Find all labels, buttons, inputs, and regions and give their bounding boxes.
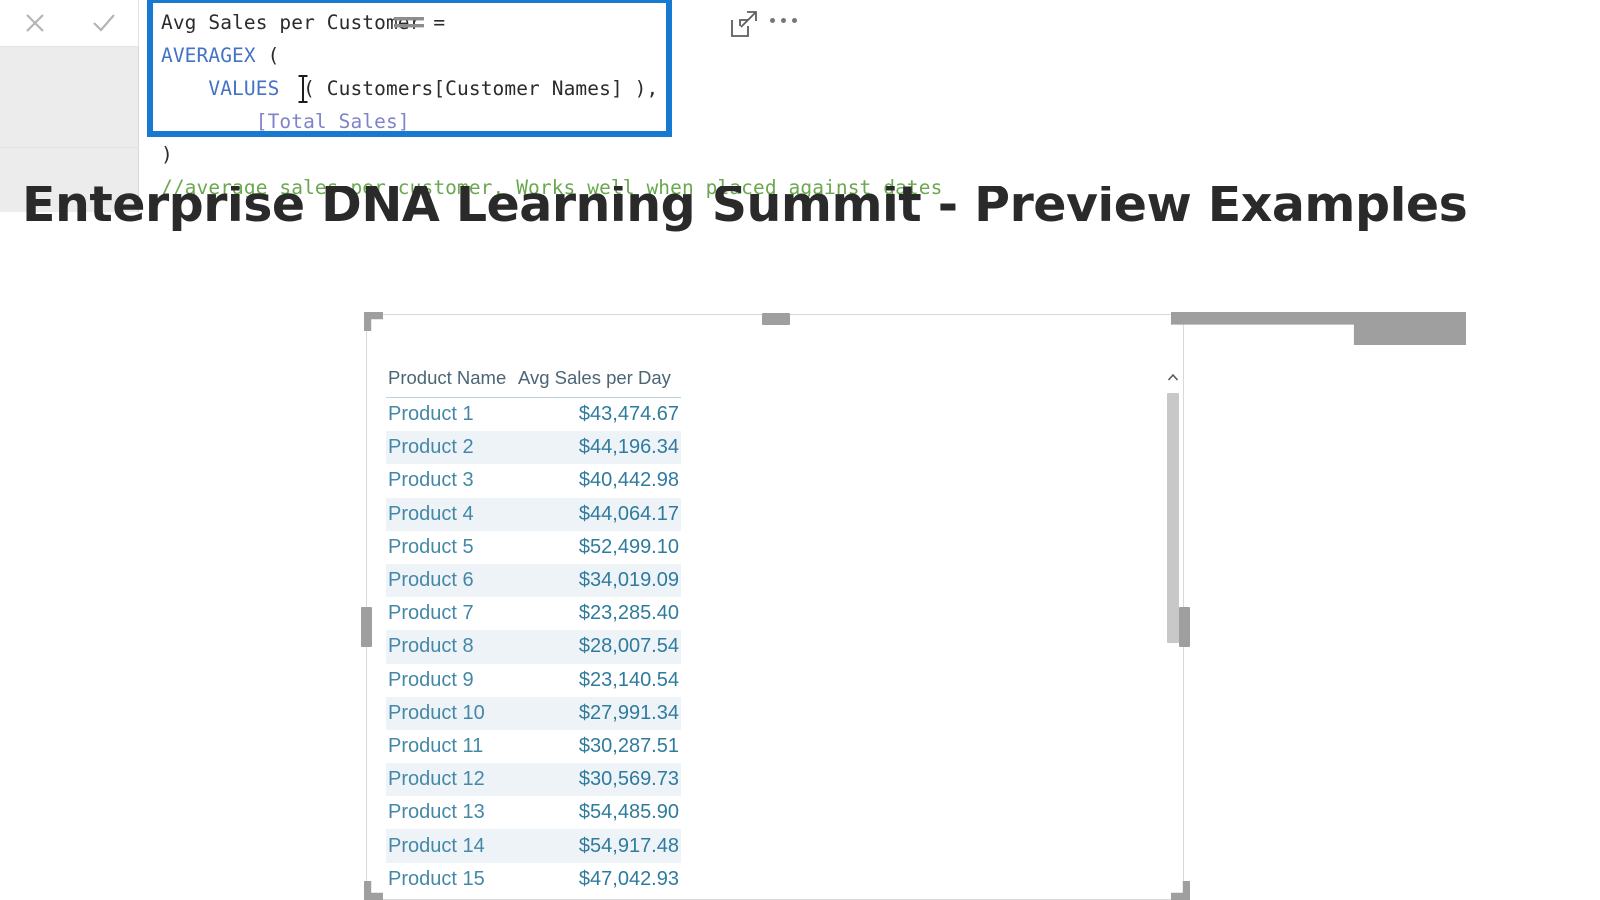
cell-product-name: Product 9 bbox=[388, 668, 474, 691]
code-line-4-indent bbox=[161, 110, 256, 133]
more-dot bbox=[770, 18, 775, 23]
table-header-row: Product Name Avg Sales per Day bbox=[386, 359, 681, 398]
focus-mode-icon[interactable] bbox=[729, 9, 759, 39]
cell-avg-sales-per-day: $34,019.09 bbox=[578, 569, 679, 592]
cell-product-name: Product 5 bbox=[388, 535, 474, 558]
table-row[interactable]: Product 3 $40,442.98 bbox=[386, 464, 681, 497]
code-line-2-rest: ( bbox=[255, 44, 280, 67]
report-title-banner: Enterprise DNA Learning Summit - Preview… bbox=[0, 186, 1600, 238]
panel-divider bbox=[0, 147, 139, 148]
cell-avg-sales-per-day: $54,485.90 bbox=[578, 801, 679, 824]
cell-avg-sales-per-day: $30,569.73 bbox=[578, 768, 679, 791]
table-row[interactable]: Product 5 $52,499.10 bbox=[386, 531, 681, 564]
cell-product-name: Product 11 bbox=[388, 734, 484, 757]
formula-action-bar bbox=[0, 0, 139, 47]
cell-avg-sales-per-day: $28,007.54 bbox=[578, 635, 679, 658]
scroll-up-button[interactable] bbox=[1165, 367, 1181, 387]
cell-product-name: Product 7 bbox=[388, 602, 474, 625]
code-line-3-rest: ( Customers[Customer Names] ), bbox=[279, 77, 659, 100]
cell-product-name: Product 2 bbox=[388, 436, 474, 459]
checkmark-icon bbox=[92, 14, 115, 32]
drag-handle-icon[interactable] bbox=[392, 14, 426, 32]
cell-avg-sales-per-day: $47,042.93 bbox=[578, 867, 679, 890]
column-header-product-name[interactable]: Product Name bbox=[386, 367, 518, 389]
cell-avg-sales-per-day: $23,140.54 bbox=[578, 668, 679, 691]
code-function-values: VALUES bbox=[208, 77, 280, 100]
table-row[interactable]: Product 11 $30,287.51 bbox=[386, 730, 681, 763]
cell-product-name: Product 6 bbox=[388, 569, 474, 592]
cell-avg-sales-per-day: $27,991.34 bbox=[578, 701, 679, 724]
table-row[interactable]: Product 4 $44,064.17 bbox=[386, 497, 681, 531]
cell-avg-sales-per-day: $43,474.67 bbox=[578, 403, 679, 426]
cell-product-name: Product 14 bbox=[388, 834, 485, 857]
cell-product-name: Product 8 bbox=[388, 635, 474, 658]
cell-avg-sales-per-day: $52,499.10 bbox=[578, 535, 679, 558]
table-row[interactable]: Product 8 $28,007.54 bbox=[386, 630, 681, 664]
code-line-3-indent bbox=[161, 77, 208, 100]
cell-product-name: Product 12 bbox=[388, 768, 485, 791]
table-row[interactable]: Product 7 $23,285.40 bbox=[386, 597, 681, 630]
cell-product-name: Product 13 bbox=[388, 801, 485, 824]
cell-product-name: Product 3 bbox=[388, 469, 474, 492]
resize-handle-left[interactable] bbox=[361, 607, 372, 647]
page-title: Enterprise DNA Learning Summit - Preview… bbox=[22, 186, 1468, 233]
table-row[interactable]: Product 6 $34,019.09 bbox=[386, 563, 681, 598]
text-cursor-ibeam bbox=[298, 75, 308, 103]
resize-handle-right[interactable] bbox=[1179, 607, 1190, 647]
table-body: Product 1 $43,474.67 Product 2 $44,196.34 Pr… bbox=[386, 398, 1166, 896]
cell-avg-sales-per-day: $44,196.34 bbox=[578, 436, 679, 459]
more-dot bbox=[781, 18, 786, 23]
more-options-icon[interactable] bbox=[770, 18, 797, 23]
cancel-button[interactable] bbox=[0, 0, 69, 46]
table-row[interactable]: Product 13 $54,485.90 bbox=[386, 796, 681, 829]
table-grid: Product Name Avg Sales per Day Product 1… bbox=[386, 359, 1166, 896]
code-function-averagex: AVERAGEX bbox=[161, 44, 256, 67]
table-row[interactable]: Product 2 $44,196.34 bbox=[386, 431, 681, 465]
table-row[interactable]: Product 15 $47,042.93 bbox=[386, 863, 681, 896]
table-row[interactable]: Product 12 $30,569.73 bbox=[386, 763, 681, 797]
dax-formula-editor: Avg Sales per Customer = AVERAGEX ( VALU… bbox=[0, 0, 1600, 212]
table-visual[interactable]: Product Name Avg Sales per Day Product 1… bbox=[366, 314, 1184, 900]
resize-handle-top-right[interactable] bbox=[1171, 312, 1466, 346]
code-measure-total-sales: [Total Sales] bbox=[255, 110, 410, 133]
table-row[interactable]: Product 1 $43,474.67 bbox=[386, 398, 681, 431]
table-row[interactable]: Product 10 $27,991.34 bbox=[386, 696, 681, 730]
close-icon bbox=[25, 14, 44, 32]
cell-product-name: Product 1 bbox=[388, 403, 474, 426]
table-row[interactable]: Product 14 $54,917.48 bbox=[386, 829, 681, 863]
code-line-5: ) bbox=[161, 143, 173, 166]
cell-avg-sales-per-day: $30,287.51 bbox=[578, 734, 679, 757]
cell-avg-sales-per-day: $44,064.17 bbox=[578, 502, 679, 525]
cell-avg-sales-per-day: $23,285.40 bbox=[578, 602, 679, 625]
chevron-up-icon bbox=[1167, 373, 1179, 381]
cell-product-name: Product 15 bbox=[388, 867, 485, 890]
cell-product-name: Product 4 bbox=[388, 502, 474, 525]
more-dot bbox=[792, 18, 797, 23]
cell-avg-sales-per-day: $40,442.98 bbox=[578, 469, 679, 492]
scrollbar-thumb[interactable] bbox=[1167, 393, 1179, 643]
commit-button[interactable] bbox=[69, 0, 138, 46]
table-row[interactable]: Product 9 $23,140.54 bbox=[386, 664, 681, 697]
cell-avg-sales-per-day: $54,917.48 bbox=[578, 834, 679, 857]
column-header-avg-sales-per-day[interactable]: Avg Sales per Day bbox=[518, 367, 681, 389]
resize-handle-top[interactable] bbox=[762, 313, 790, 325]
dax-code-area[interactable]: Avg Sales per Customer = AVERAGEX ( VALU… bbox=[140, 0, 1600, 212]
cell-product-name: Product 10 bbox=[388, 701, 485, 724]
